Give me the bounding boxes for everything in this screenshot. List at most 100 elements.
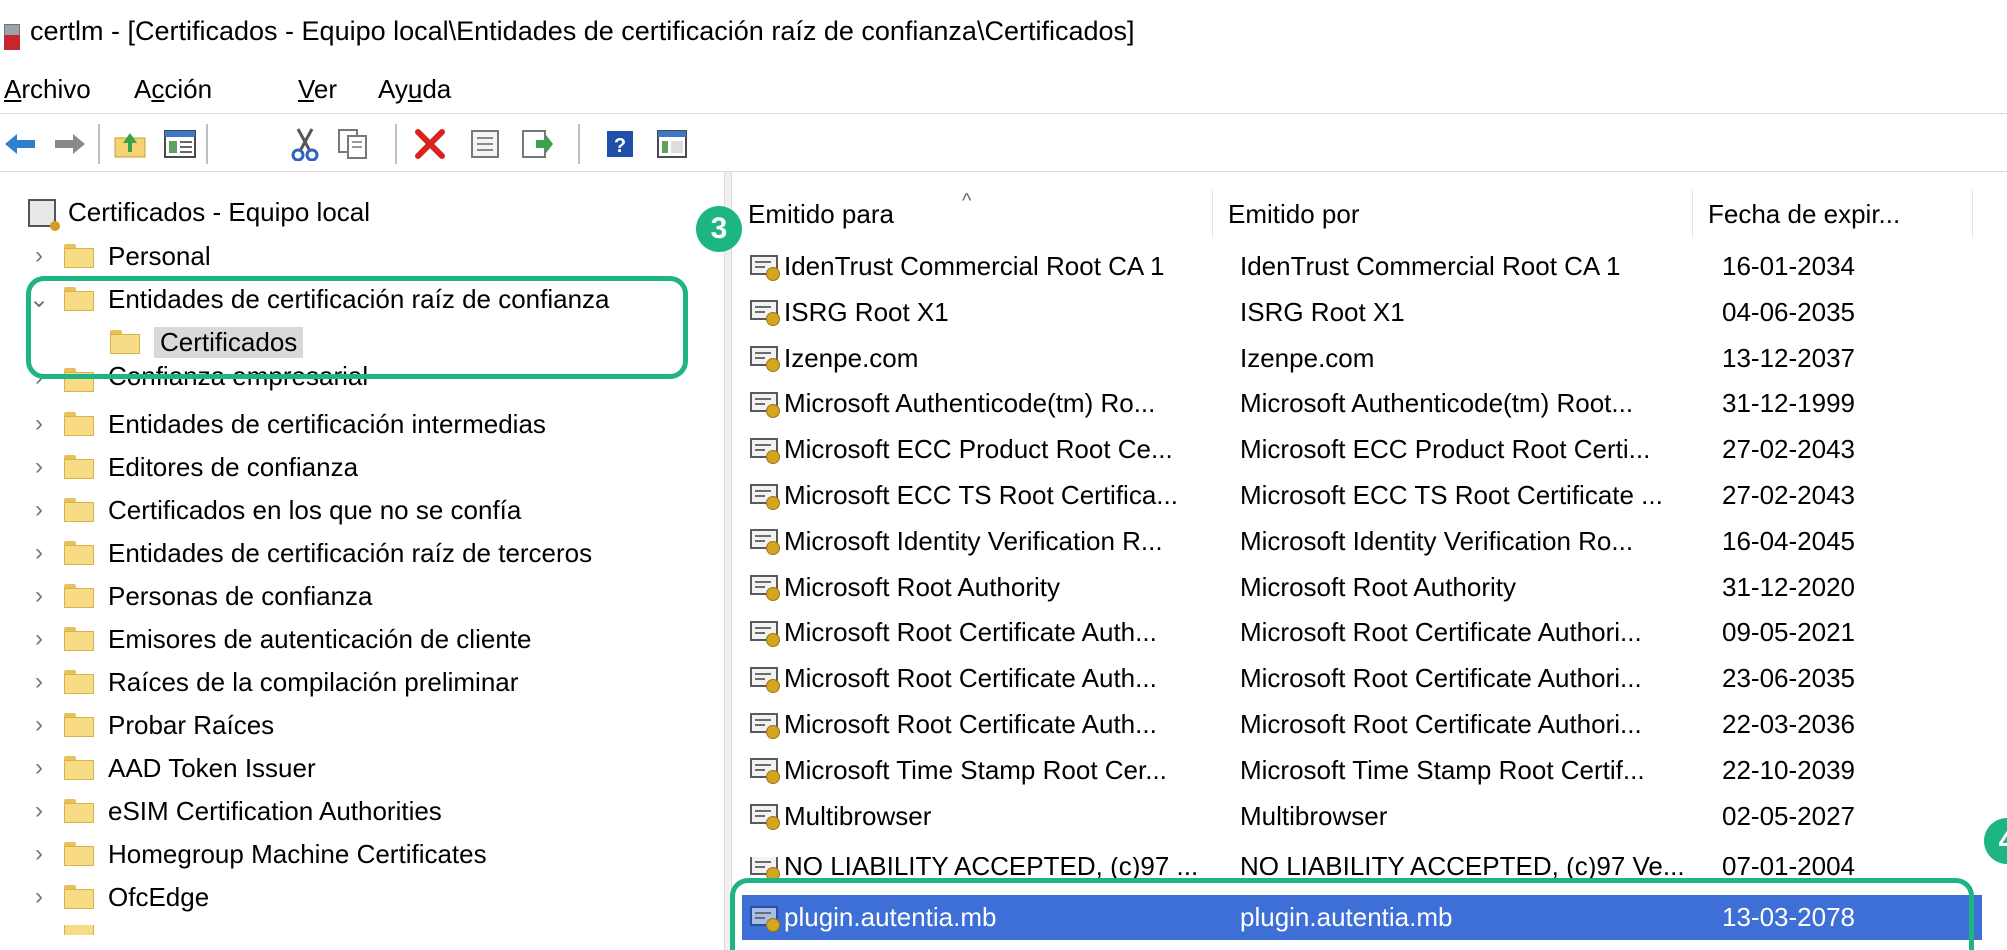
cell-emitido-para: Izenpe.com (750, 343, 1220, 374)
column-fecha-expiracion[interactable]: Fecha de expir... (1692, 190, 1972, 238)
cell-fecha-expiracion: 22-10-2039 (1722, 754, 1855, 785)
table-row[interactable]: Microsoft Root Certificate Auth... Micros… (742, 702, 1982, 747)
cell-emitido-por: Izenpe.com (1240, 342, 1375, 373)
certificate-icon (750, 758, 780, 785)
certificate-icon (750, 857, 780, 880)
folder-icon (64, 756, 94, 780)
folder-icon (64, 925, 94, 935)
table-row[interactable]: Microsoft Authenticode(tm) Ro... Microsof… (742, 381, 1982, 426)
tree-item-label: Raíces de la compilación preliminar (108, 666, 519, 697)
copy-icon[interactable] (333, 124, 373, 164)
menu-archivo[interactable]: Archivo (4, 74, 91, 105)
menu-ayuda[interactable]: Ayuda (378, 74, 451, 105)
certificate-icon (750, 620, 780, 647)
back-icon[interactable] (0, 124, 40, 164)
table-row[interactable]: Multibrowser Multibrowser 02-05-2027 (742, 794, 1982, 839)
column-emitido-por[interactable]: Emitido por (1212, 190, 1692, 238)
chevron-right-icon[interactable]: › (28, 539, 50, 567)
chevron-right-icon[interactable]: › (28, 242, 50, 270)
cell-text: Microsoft Identity Verification R... (784, 525, 1163, 556)
tree-item-personas[interactable]: › Personas de confianza (28, 577, 373, 615)
certificate-icon (750, 529, 780, 556)
properties-icon[interactable] (465, 124, 505, 164)
folder-icon (64, 541, 94, 565)
help-icon[interactable]: ? (600, 124, 640, 164)
folder-icon (64, 713, 94, 737)
chevron-right-icon[interactable]: › (28, 754, 50, 782)
table-row[interactable]: Microsoft Time Stamp Root Cer... Microsof… (742, 748, 1982, 793)
table-row[interactable]: NO LIABILITY ACCEPTED, (c)97 ... NO LIABI… (742, 857, 1982, 880)
chevron-right-icon[interactable]: › (28, 453, 50, 481)
cell-fecha-expiracion: 02-05-2027 (1722, 800, 1855, 831)
tree-item-homegroup[interactable]: › Homegroup Machine Certificates (28, 835, 487, 873)
tree-item-label: Editores de confianza (108, 451, 359, 482)
highlight-tree-selection (26, 276, 688, 379)
delete-icon[interactable] (410, 124, 450, 164)
tree-item-probar[interactable]: › Probar Raíces (28, 706, 274, 744)
cell-emitido-para: Microsoft ECC Product Root Ce... (750, 434, 1220, 465)
cell-emitido-por: Microsoft Time Stamp Root Certif... (1240, 754, 1645, 785)
chevron-right-icon[interactable]: › (28, 496, 50, 524)
table-row[interactable]: Microsoft Root Certificate Auth... Micros… (742, 656, 1982, 701)
cell-emitido-para: Microsoft Authenticode(tm) Ro... (750, 388, 1220, 419)
folder-icon (64, 584, 94, 608)
folder-icon (64, 885, 94, 909)
certificate-icon (750, 483, 780, 510)
tree-item-label: Entidades de certificación intermedias (108, 408, 546, 439)
table-row[interactable]: Microsoft Root Authority Microsoft Root A… (742, 565, 1982, 610)
cell-emitido-para: NO LIABILITY ACCEPTED, (c)97 ... (750, 857, 1220, 880)
table-row[interactable]: ISRG Root X1 ISRG Root X1 04-06-2035 (742, 290, 1982, 335)
cell-emitido-por: Microsoft Authenticode(tm) Root... (1240, 388, 1634, 419)
tree-item-esim[interactable]: › eSIM Certification Authorities (28, 792, 442, 830)
view-icon[interactable] (652, 124, 692, 164)
tree-item-no-confia[interactable]: › Certificados en los que no se confía (28, 491, 521, 529)
tree-item-label: eSIM Certification Authorities (108, 795, 442, 826)
table-row[interactable]: Microsoft Identity Verification R... Micr… (742, 519, 1982, 564)
chevron-right-icon[interactable]: › (28, 625, 50, 653)
tree-item-label: Homegroup Machine Certificates (108, 838, 487, 869)
pane-splitter[interactable] (724, 172, 732, 950)
table-row[interactable]: IdenTrust Commercial Root CA 1 IdenTrust … (742, 244, 1982, 289)
forward-icon[interactable] (50, 124, 90, 164)
cell-emitido-para: ISRG Root X1 (750, 297, 1220, 328)
column-emitido-para[interactable]: Emitido para (732, 190, 1212, 238)
tree-item-personal[interactable]: › Personal (28, 237, 211, 275)
cell-fecha-expiracion: 27-02-2043 (1722, 480, 1855, 510)
chevron-right-icon[interactable]: › (28, 410, 50, 438)
chevron-right-icon[interactable]: › (28, 668, 50, 696)
export-icon[interactable] (517, 124, 557, 164)
cell-emitido-para: Microsoft Time Stamp Root Cer... (750, 755, 1220, 786)
up-folder-icon[interactable] (110, 124, 150, 164)
certificate-store-icon (28, 198, 60, 231)
cut-icon[interactable] (285, 124, 325, 164)
table-row[interactable]: Microsoft ECC TS Root Certifica... Micros… (742, 473, 1982, 518)
tree-item-emisores[interactable]: › Emisores de autenticación de cliente (28, 620, 531, 658)
tree-item-editores[interactable]: › Editores de confianza (28, 448, 358, 486)
cell-fecha-expiracion: 04-06-2035 (1722, 296, 1855, 327)
tree-item-raiz-terceros[interactable]: › Entidades de certificación raíz de terc… (28, 534, 592, 572)
chevron-right-icon[interactable]: › (28, 840, 50, 868)
chevron-right-icon[interactable]: › (28, 883, 50, 911)
table-row[interactable]: Microsoft Root Certificate Auth... Micros… (742, 610, 1982, 655)
menu-ver[interactable]: Ver (298, 74, 337, 105)
certificate-icon (750, 575, 780, 602)
svg-text:?: ? (614, 135, 626, 157)
chevron-right-icon[interactable]: › (28, 711, 50, 739)
tree-root[interactable]: Certificados - Equipo local (28, 197, 370, 231)
table-row[interactable]: Microsoft ECC Product Root Ce... Microsof… (742, 427, 1982, 472)
cell-text: Microsoft ECC TS Root Certifica... (784, 480, 1178, 510)
menu-accion[interactable]: Acción (134, 74, 212, 105)
certificate-icon (750, 391, 780, 418)
tree-item-preliminar[interactable]: › Raíces de la compilación preliminar (28, 663, 518, 701)
cell-emitido-por: Microsoft Root Certificate Authori... (1240, 663, 1642, 694)
show-hide-tree-icon[interactable] (160, 124, 200, 164)
certificate-icon (750, 346, 780, 373)
tree-item-ofcedge[interactable]: › OfcEdge (28, 878, 209, 916)
chevron-right-icon[interactable]: › (28, 582, 50, 610)
tree-item-aad[interactable]: › AAD Token Issuer (28, 749, 316, 787)
tree-item-label: Probar Raíces (108, 709, 275, 740)
certificate-icon (750, 254, 780, 281)
table-row[interactable]: Izenpe.com Izenpe.com 13-12-2037 (742, 336, 1982, 381)
tree-item-intermedias[interactable]: › Entidades de certificación intermedias (28, 405, 546, 443)
chevron-right-icon[interactable]: › (28, 797, 50, 825)
